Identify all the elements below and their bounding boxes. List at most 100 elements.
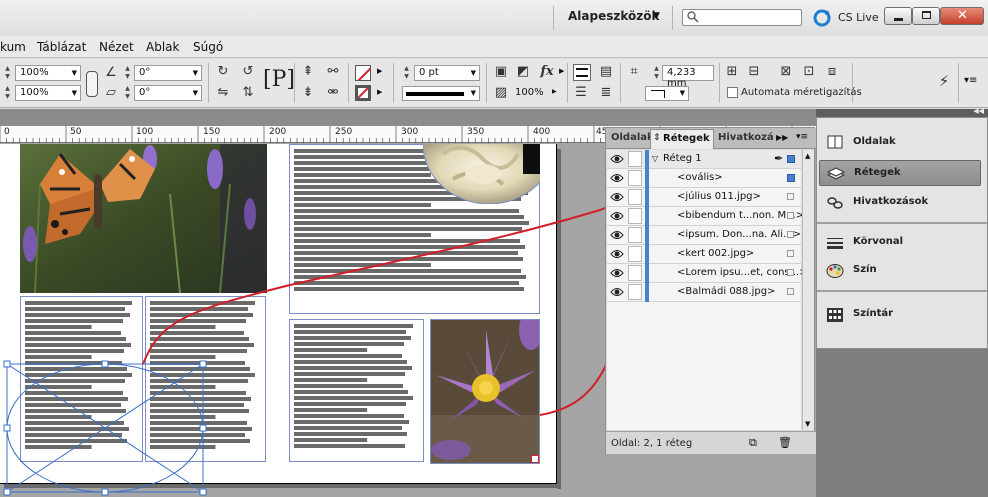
selected-ellipse-overlay[interactable]	[0, 349, 240, 497]
text-wrap-box-icon[interactable]: ▤	[598, 64, 614, 80]
lock-toggle[interactable]	[628, 170, 642, 186]
spin-arrows-icon[interactable]: ▶	[552, 88, 557, 95]
tab-layers[interactable]: ⇕ Rétegek	[650, 129, 714, 149]
stroke-type-dropdown[interactable]: ▼	[402, 86, 480, 101]
chevron-down-icon[interactable]: ▼	[72, 69, 77, 77]
select-container-icon[interactable]: ⇞	[300, 64, 316, 80]
fill-swatch-icon[interactable]	[355, 65, 371, 81]
layer-item-label[interactable]: <július 011.jpg>	[677, 191, 761, 202]
text-wrap-none-icon[interactable]	[573, 64, 591, 81]
rose-oval-image[interactable]	[423, 144, 540, 204]
layer-item-row[interactable]: <bibendum t...non. M...>	[607, 207, 804, 226]
scale-x-field[interactable]: 100% ▼	[15, 65, 81, 81]
rotate-field[interactable]: 0° ▼	[134, 65, 202, 81]
layer-item-label[interactable]: <ovális>	[677, 172, 723, 183]
layers-scrollbar[interactable]: ▲ ▼	[802, 150, 814, 430]
dock-item-pages[interactable]: Oldalak	[819, 130, 981, 156]
lock-toggle[interactable]	[628, 189, 642, 205]
layer-item-label[interactable]: <bibendum t...non. M...>	[677, 210, 804, 221]
eye-icon[interactable]	[610, 247, 624, 261]
tab-pages[interactable]: Oldalak	[611, 132, 654, 143]
fill-frame-icon[interactable]: ⊠	[778, 64, 794, 80]
workspace-switcher[interactable]: Alapeszközök	[568, 9, 659, 23]
tab-links[interactable]: Hivatkozá	[718, 132, 774, 143]
select-item-square[interactable]	[787, 231, 794, 238]
chevron-down-icon[interactable]: ▼	[193, 69, 198, 77]
shear-field[interactable]: 0° ▼	[134, 85, 202, 101]
new-layer-icon[interactable]: ⧉	[749, 436, 757, 450]
fit-frame-to-content-icon[interactable]: ⊞	[724, 64, 740, 80]
collapse-dock-icon[interactable]: ◀◀	[973, 107, 984, 115]
rotate-cw-icon[interactable]: ↻	[215, 64, 231, 80]
frame-direction-icon[interactable]: [P]	[263, 67, 295, 92]
layer-item-row[interactable]: <július 011.jpg>	[607, 188, 801, 207]
lock-toggle[interactable]	[628, 284, 642, 300]
chevron-down-icon[interactable]: ▼	[193, 89, 198, 97]
dimension-field[interactable]: 4,233 mm	[662, 65, 714, 89]
corner-options-icon[interactable]: ⌗	[626, 64, 642, 80]
lock-toggle[interactable]	[628, 227, 642, 243]
close-button[interactable]: ✕	[940, 7, 984, 25]
dock-item-color[interactable]: Szín	[819, 258, 981, 284]
scale-y-field[interactable]: 100% ▼	[15, 85, 81, 101]
eye-icon[interactable]	[610, 171, 624, 185]
scroll-down-icon[interactable]: ▼	[805, 420, 810, 428]
restore-button[interactable]	[912, 7, 940, 25]
lock-toggle[interactable]	[628, 151, 642, 167]
dock-item-swatches[interactable]: Színtár	[819, 302, 981, 328]
selected-item-square[interactable]	[787, 155, 795, 163]
chevron-right-icon[interactable]: ▶	[377, 88, 382, 96]
flip-vertical-icon[interactable]: ⇅	[240, 85, 256, 101]
chevron-down-icon[interactable]: ▼	[680, 89, 685, 97]
spin-arrows-icon[interactable]: ▲ ▼	[123, 65, 132, 81]
select-item-square[interactable]	[787, 212, 794, 219]
text-frame-middle[interactable]	[289, 319, 424, 462]
opacity-value[interactable]: 100%	[515, 87, 544, 98]
minimize-button[interactable]	[884, 7, 912, 25]
dock-item-links[interactable]: Hivatkozások	[819, 190, 981, 216]
flower-image[interactable]	[430, 319, 540, 464]
center-content-icon[interactable]: ⧈	[824, 64, 840, 80]
fit-proportionally-icon[interactable]: ⊡	[801, 64, 817, 80]
corner-shape-dropdown[interactable]: ▼	[645, 86, 689, 101]
chevron-down-icon[interactable]: ▼	[72, 89, 77, 97]
panel-menu-icon[interactable]: ▾≡	[964, 75, 977, 86]
spin-arrows-icon[interactable]: ▲ ▼	[652, 65, 661, 81]
menu-item-window[interactable]: Ablak	[146, 40, 179, 54]
menu-item-help[interactable]: Súgó	[193, 40, 223, 54]
chevron-right-icon[interactable]: ▶	[377, 67, 382, 75]
eye-icon[interactable]	[610, 285, 624, 299]
eye-icon[interactable]	[610, 190, 624, 204]
spin-arrows-icon[interactable]: ▲ ▼	[123, 85, 132, 101]
lock-toggle[interactable]	[628, 265, 642, 281]
spin-arrows-icon[interactable]: ▲ ▼	[402, 65, 411, 81]
panel-expand-icon[interactable]: ▶▶	[776, 133, 788, 142]
select-item-square[interactable]	[787, 193, 794, 200]
chevron-down-icon[interactable]: ▼	[471, 69, 476, 77]
fit-content-icon[interactable]: ▣	[493, 64, 509, 80]
search-input[interactable]	[682, 9, 802, 26]
layer-item-row[interactable]: <ovális>	[607, 169, 801, 188]
lock-toggle[interactable]	[628, 246, 642, 262]
select-item-square[interactable]	[787, 288, 794, 295]
stroke-swatch-icon[interactable]	[355, 85, 371, 101]
eye-icon[interactable]	[610, 266, 624, 280]
rotate-ccw-icon[interactable]: ↺	[240, 64, 256, 80]
select-item-square[interactable]	[787, 269, 794, 276]
layer-item-label[interactable]: <kert 002.jpg>	[677, 248, 754, 259]
drop-shadow-icon[interactable]: ◩	[515, 64, 531, 80]
overset-indicator-icon[interactable]	[531, 455, 539, 463]
layer-item-row[interactable]: <kert 002.jpg>	[607, 245, 801, 264]
panel-menu-icon[interactable]: ▾≡	[796, 132, 808, 142]
quick-apply-icon[interactable]: ⚡	[936, 73, 952, 89]
layer-item-label[interactable]: <Balmádi 088.jpg>	[677, 286, 775, 297]
menu-item-table[interactable]: Táblázat	[37, 40, 86, 54]
scroll-up-icon[interactable]: ▲	[805, 152, 810, 160]
select-item-square[interactable]	[787, 250, 794, 257]
chevron-down-icon[interactable]: ▼	[471, 89, 476, 97]
layer-item-row[interactable]: <ipsum. Don...na. Ali...>	[607, 226, 801, 245]
eye-icon[interactable]	[610, 152, 624, 166]
layer-item-row[interactable]: <Lorem ipsu...et, cons...>	[607, 264, 808, 283]
select-previous-icon[interactable]: ⇟	[300, 85, 316, 101]
spin-arrows-icon[interactable]: ▲ ▼	[3, 85, 12, 101]
